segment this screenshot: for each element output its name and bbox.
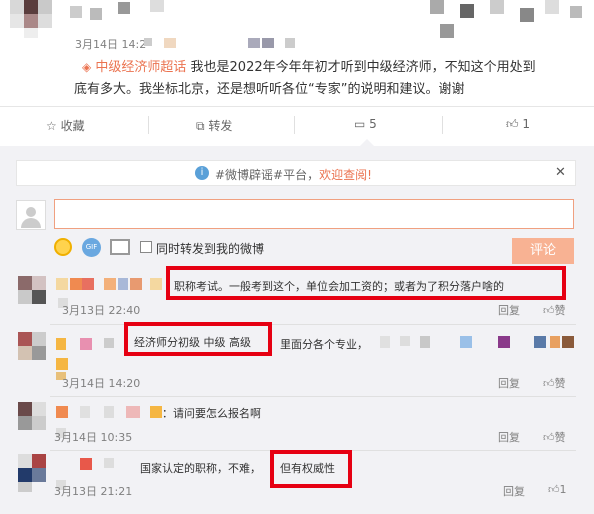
comment-item: ：请问要怎么报名啊 3月14日 10:35 回复 👍︎赞 — [0, 402, 594, 452]
like-comment-button[interactable]: 👍︎赞 — [543, 375, 566, 391]
post-header: 3月14日 14:2 ◈ 中级经济师超话 我也是2022年今年年初才听到中级经济… — [0, 0, 594, 110]
comment-date: 3月14日 10:35 — [54, 431, 133, 444]
favorite-button[interactable]: ☆ 收藏 — [46, 117, 85, 134]
highlight-box — [124, 322, 272, 356]
like-comment-button[interactable]: 👍︎赞 — [543, 429, 566, 445]
comment-text: 里面分各个专业， — [280, 338, 368, 351]
comment-date: 3月14日 14:20 — [62, 377, 141, 390]
reply-button[interactable]: 回复 — [498, 375, 520, 391]
sync-checkbox[interactable] — [140, 241, 152, 253]
like-comment-button[interactable]: 👍︎赞 — [543, 302, 566, 318]
info-icon: i — [195, 166, 209, 180]
repost-icon: ⧉ — [196, 119, 205, 133]
like-comment-button[interactable]: 👍︎1 — [548, 483, 567, 496]
thumbs-up-icon: 👍︎ — [506, 117, 519, 131]
close-icon[interactable]: ✕ — [555, 165, 566, 180]
comment-icon: ▭ — [354, 117, 366, 131]
topic-icon: ◈ — [82, 60, 92, 74]
highlight-box — [270, 450, 352, 488]
highlight-box — [166, 266, 566, 300]
comment-date: 3月13日 22:40 — [62, 304, 141, 317]
gif-icon[interactable]: GIF — [82, 238, 101, 257]
thumbs-up-icon: 👍︎ — [543, 377, 555, 390]
comment-text: ：请问要怎么报名啊 — [162, 407, 261, 420]
post-body: ◈ 中级经济师超话 我也是2022年今年年初才听到中级经济师，不知这个用处到 底… — [74, 56, 582, 101]
comment-item: 经济师分初级 中级 高级 里面分各个专业， 3月14日 14:20 回复 👍︎赞 — [0, 328, 594, 392]
reply-button[interactable]: 回复 — [498, 429, 520, 445]
star-icon: ☆ — [46, 119, 57, 133]
reply-button[interactable]: 回复 — [503, 483, 525, 499]
notice-link[interactable]: 欢迎查阅! — [319, 168, 372, 182]
reply-button[interactable]: 回复 — [498, 302, 520, 318]
commenter-avatar[interactable] — [18, 276, 46, 304]
commenter-avatar[interactable] — [18, 454, 46, 494]
repost-button[interactable]: ⧉ 转发 — [196, 117, 232, 134]
comment-date: 3月13日 21:21 — [54, 485, 133, 498]
notice-text: #微博辟谣#平台， — [215, 168, 320, 182]
thumbs-up-icon: 👍︎ — [543, 431, 555, 444]
emoji-icon[interactable] — [54, 238, 72, 256]
submit-comment-button[interactable]: 评论 — [512, 238, 574, 264]
topic-link[interactable]: 中级经济师超话 — [95, 60, 186, 75]
thumbs-up-icon: 👍︎ — [543, 304, 555, 317]
action-bar: ☆ 收藏 ⧉ 转发 ▭ 5 👍︎ 1 — [0, 106, 594, 142]
post-text-line1: 我也是2022年今年年初才听到中级经济师，不知这个用处到 — [190, 60, 536, 75]
post-date[interactable]: 3月14日 14:2 — [75, 36, 146, 52]
thumbs-up-icon: 👍︎ — [548, 483, 560, 496]
comment-input[interactable] — [54, 199, 574, 229]
comment-panel: i #微博辟谣#平台，欢迎查阅! ✕ GIF 同时转发到我的微博 评论 职称考试… — [0, 139, 594, 514]
commenter-avatar[interactable] — [18, 402, 46, 438]
composer-avatar — [16, 200, 46, 230]
like-button[interactable]: 👍︎ 1 — [506, 117, 530, 132]
image-icon[interactable] — [110, 239, 130, 255]
comment-text: 国家认定的职称，不难， — [140, 462, 261, 475]
post-text-line2: 底有多大。我坐标北京，还是想听听各位“专家”的说明和建议。谢谢 — [74, 82, 465, 97]
commenter-avatar[interactable] — [18, 332, 46, 360]
avatar[interactable] — [10, 0, 58, 40]
sync-label: 同时转发到我的微博 — [156, 242, 265, 256]
comment-button[interactable]: ▭ 5 — [354, 117, 377, 131]
notice-bar: i #微博辟谣#平台，欢迎查阅! ✕ — [16, 160, 576, 186]
